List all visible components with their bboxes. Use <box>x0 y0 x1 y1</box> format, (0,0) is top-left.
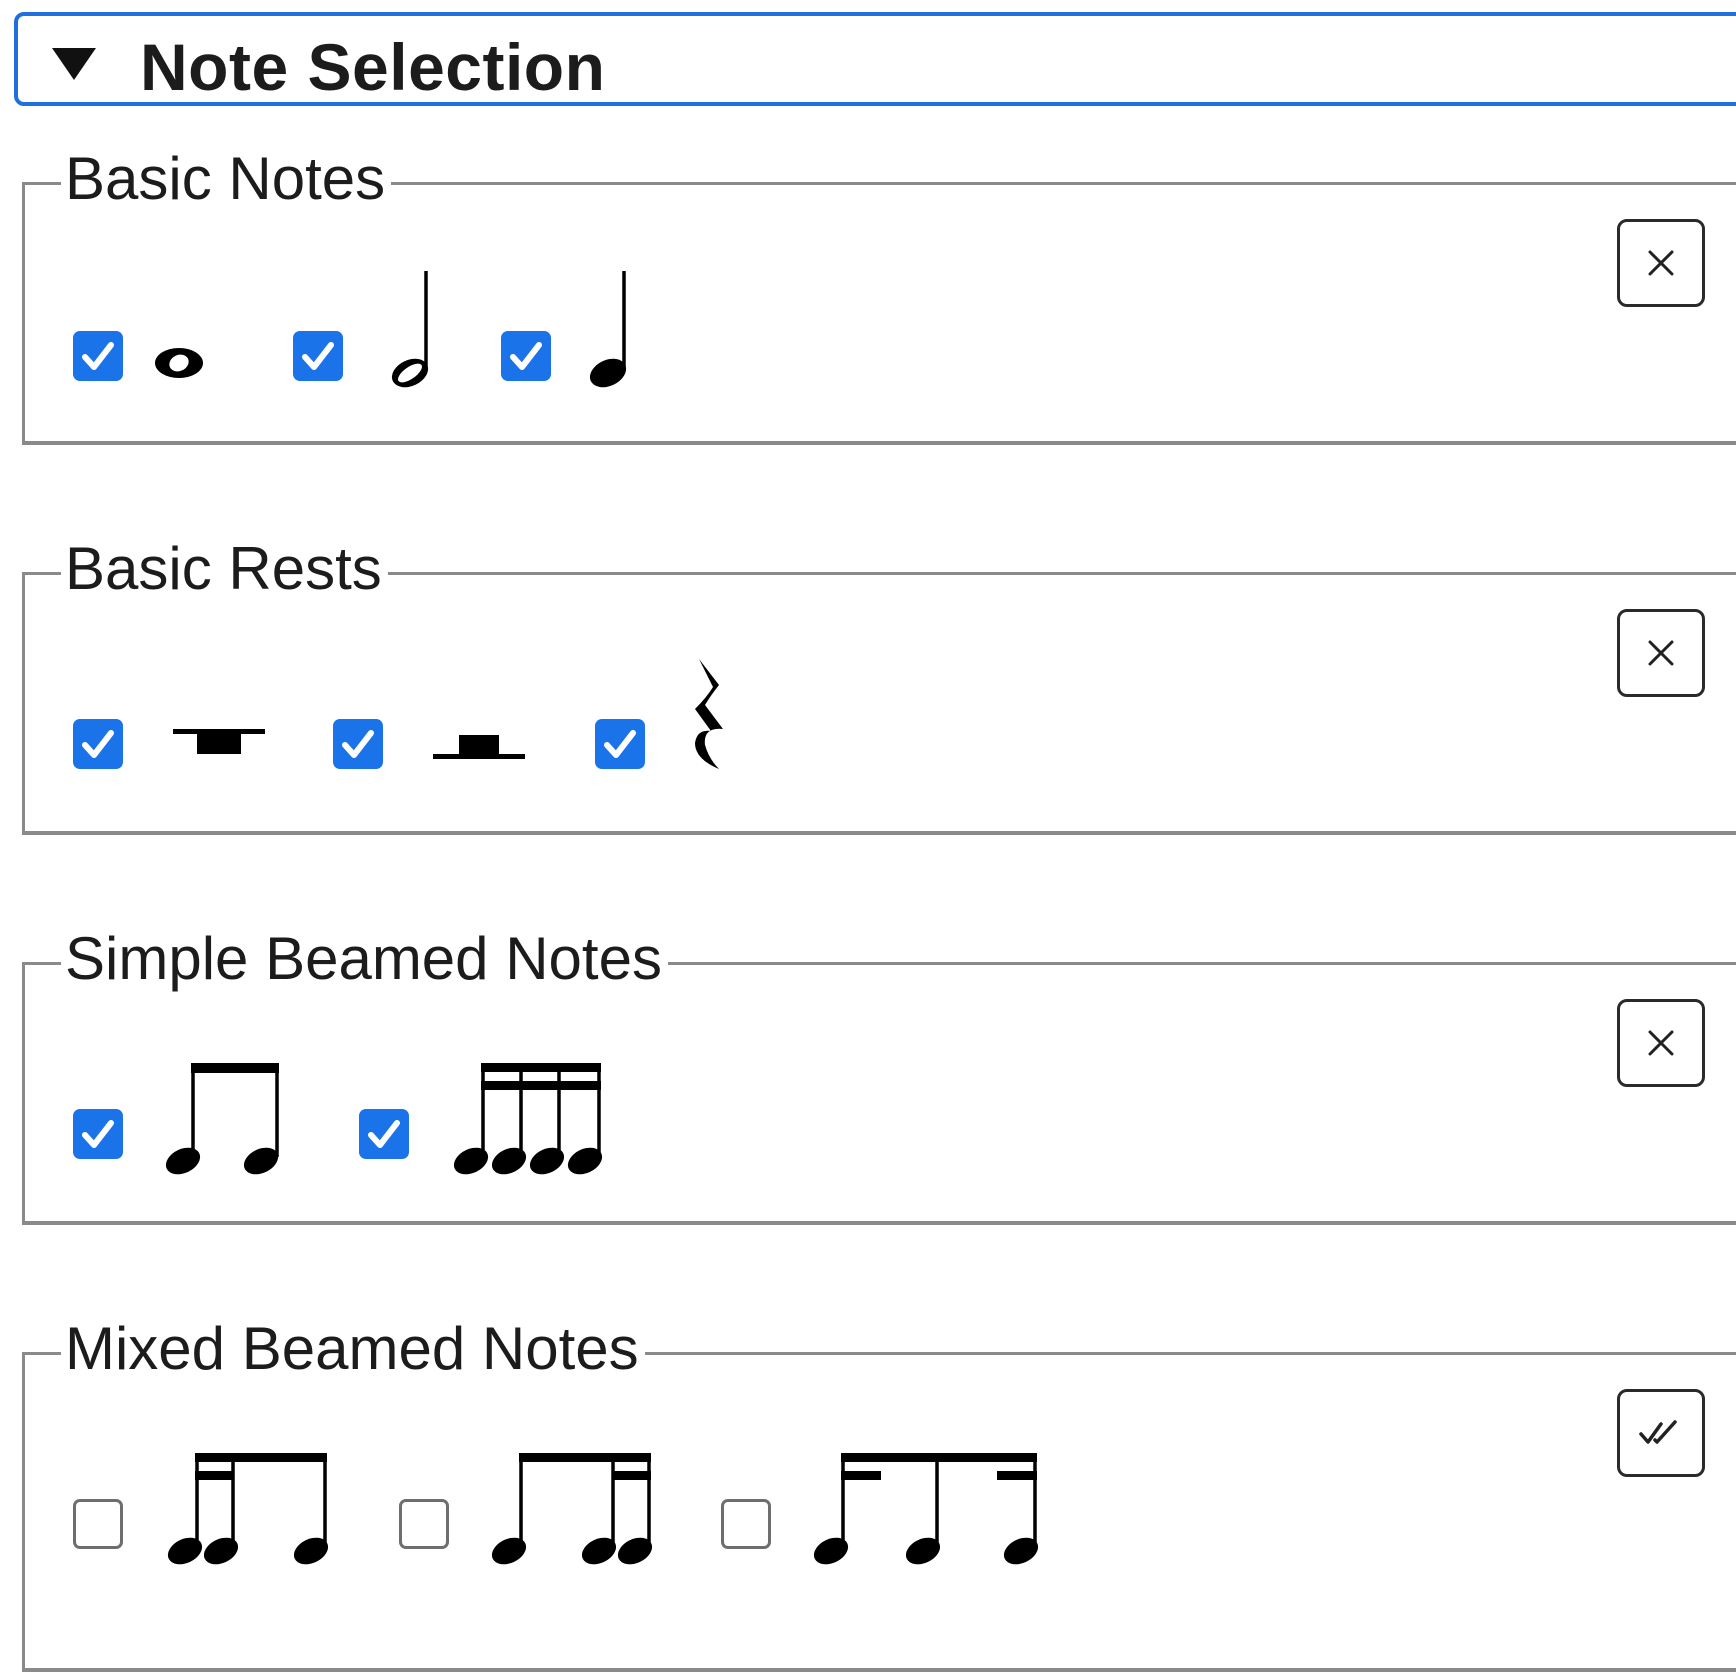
legend-basic-notes: Basic Notes <box>61 149 392 209</box>
checkbox-eighth-two-sixteenths[interactable] <box>399 1499 449 1549</box>
note-selection-summary[interactable]: Note Selection <box>14 12 1736 106</box>
clear-simple-beamed-notes-button[interactable] <box>1617 999 1705 1087</box>
two-sixteenths-eighth-beamed-icon <box>167 1453 329 1565</box>
whole-note-icon <box>155 348 203 378</box>
checkbox-two-eighths-beamed[interactable] <box>73 1109 123 1159</box>
checkbox-four-sixteenths-beamed[interactable] <box>359 1109 409 1159</box>
quarter-note-icon <box>589 271 627 388</box>
section-title: Note Selection <box>140 30 606 104</box>
close-icon <box>1648 640 1674 666</box>
fieldset-simple-beamed-notes: Simple Beamed Notes <box>22 929 1736 1225</box>
checkbox-whole-note[interactable] <box>73 331 123 381</box>
fieldset-mixed-beamed-notes: Mixed Beamed Notes <box>22 1319 1736 1672</box>
checkbox-half-note[interactable] <box>293 331 343 381</box>
eighth-two-sixteenths-beamed-icon <box>491 1453 653 1565</box>
legend-basic-rests: Basic Rests <box>61 539 388 599</box>
whole-rest-icon <box>173 729 265 754</box>
checkbox-dotted-eighth-sixteenth[interactable] <box>721 1499 771 1549</box>
checkbox-half-rest[interactable] <box>333 719 383 769</box>
four-sixteenths-beamed-icon <box>453 1063 603 1175</box>
half-rest-icon <box>433 735 525 759</box>
checkbox-two-sixteenths-eighth[interactable] <box>73 1499 123 1549</box>
quarter-rest-icon <box>695 659 723 769</box>
close-icon <box>1648 1030 1674 1056</box>
select-all-mixed-beamed-notes-button[interactable] <box>1617 1389 1705 1477</box>
two-eighths-beamed-icon <box>165 1063 279 1175</box>
clear-basic-rests-button[interactable] <box>1617 609 1705 697</box>
dotted-eighth-sixteenth-beamed-icon <box>813 1453 1039 1565</box>
triangle-down-icon <box>52 48 96 80</box>
checkbox-whole-rest[interactable] <box>73 719 123 769</box>
fieldset-basic-rests: Basic Rests <box>22 539 1736 835</box>
fieldset-basic-notes: Basic Notes <box>22 149 1736 445</box>
legend-simple-beamed-notes: Simple Beamed Notes <box>61 929 668 989</box>
double-check-icon <box>1639 1420 1677 1444</box>
legend-mixed-beamed-notes: Mixed Beamed Notes <box>61 1319 645 1379</box>
half-note-icon <box>391 271 429 388</box>
close-icon <box>1648 250 1674 276</box>
clear-basic-notes-button[interactable] <box>1617 219 1705 307</box>
checkbox-quarter-note[interactable] <box>501 331 551 381</box>
checkbox-quarter-rest[interactable] <box>595 719 645 769</box>
